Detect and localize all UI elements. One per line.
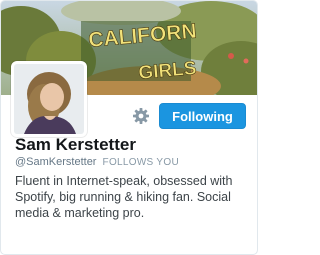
profile-name[interactable]: Sam Kerstetter [15, 135, 136, 155]
avatar[interactable] [11, 61, 87, 137]
gear-icon[interactable] [132, 107, 150, 125]
following-button-label: Following [172, 108, 233, 124]
following-button[interactable]: Following [159, 103, 246, 129]
profile-card: CALIFORN GIRLS Following Sam Kerstetter … [0, 0, 258, 255]
profile-bio: Fluent in Internet-speak, obsessed with … [15, 174, 233, 220]
profile-handle[interactable]: @SamKerstetter [15, 156, 96, 168]
follows-you-badge: FOLLOWS YOU [102, 157, 179, 168]
handle-row: @SamKerstetter FOLLOWS YOU [15, 156, 179, 168]
